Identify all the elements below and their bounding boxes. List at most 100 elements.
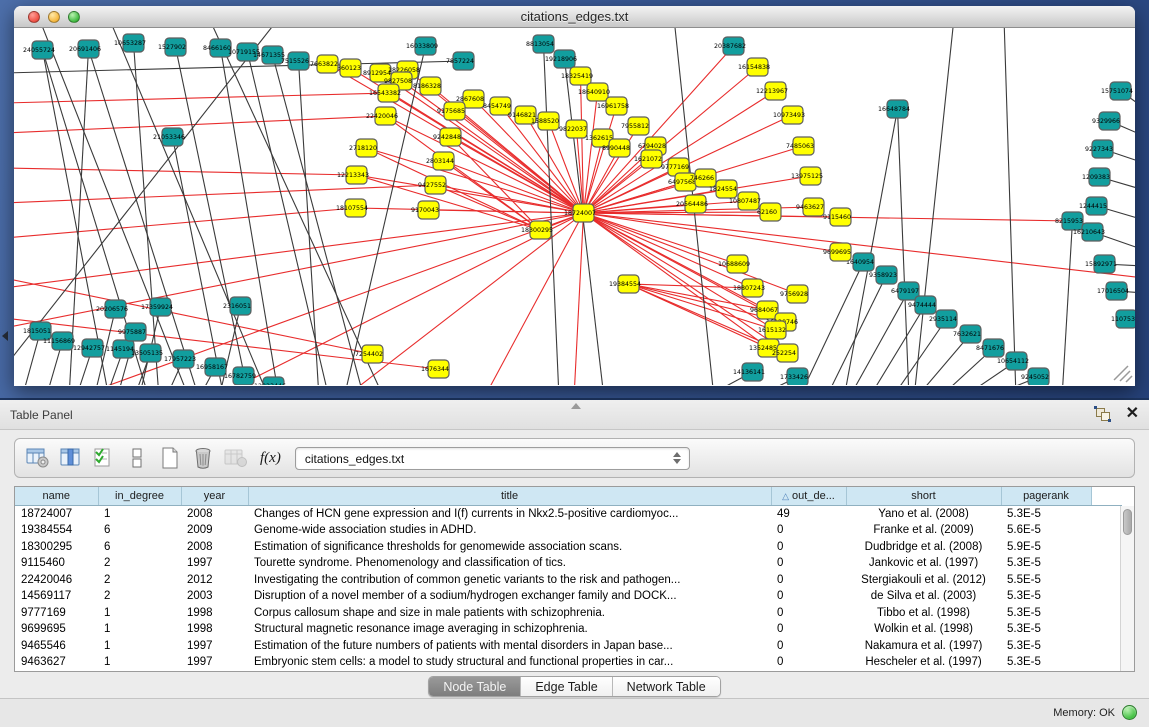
graph-node[interactable]: 14136141 [733, 363, 765, 381]
new-table-icon[interactable] [157, 445, 183, 471]
graph-node[interactable]: 9227343 [1085, 140, 1113, 158]
graph-node[interactable]: 1615132 [758, 321, 786, 339]
tab-node-table[interactable]: Node Table [429, 677, 520, 696]
graph-node[interactable]: 2718120 [349, 139, 377, 157]
graph-edge[interactable] [584, 213, 786, 322]
graph-node[interactable]: 9242848 [433, 128, 461, 146]
graph-edge[interactable] [14, 213, 584, 288]
graph-node[interactable]: 7663822 [310, 55, 338, 73]
graph-node[interactable]: 9699695 [823, 243, 851, 261]
graph-node[interactable]: 16782759 [224, 367, 256, 385]
function-builder-icon[interactable]: f(x) [260, 450, 281, 467]
graph-edge[interactable] [299, 61, 320, 385]
panel-splitter-handle[interactable] [571, 403, 581, 409]
graph-node[interactable]: 8466160 [203, 39, 231, 57]
graph-edge[interactable] [273, 55, 365, 385]
graph-node[interactable]: 20206576 [96, 300, 128, 318]
graph-node[interactable]: 7955812 [621, 117, 649, 135]
table-row[interactable]: 946362711997Embryonic stem cells: a mode… [15, 654, 1122, 671]
graph-node[interactable]: 9756928 [780, 285, 808, 303]
graph-node[interactable]: 12942757 [73, 339, 105, 357]
graph-node[interactable]: 6479197 [891, 282, 919, 300]
graph-node[interactable]: 1733426 [780, 368, 808, 385]
float-panel-icon[interactable] [1096, 406, 1112, 422]
graph-node[interactable]: 110753 [1111, 310, 1135, 328]
graph-node[interactable]: 15751074 [1101, 82, 1133, 100]
table-row[interactable]: 2242004622012Investigating the contribut… [15, 572, 1122, 589]
graph-node[interactable]: 12923446 [254, 377, 286, 385]
column-header-name[interactable]: name [15, 487, 98, 505]
delete-table-icon[interactable] [190, 445, 216, 471]
network-canvas[interactable]: 2405572420691406106532871527902846616010… [14, 28, 1135, 385]
graph-node[interactable]: 9975887 [118, 323, 146, 341]
table-header-row[interactable]: namein_degreeyeartitle△out_de...shortpag… [15, 487, 1122, 505]
resize-grip[interactable] [1114, 366, 1132, 382]
graph-edge[interactable] [214, 213, 584, 385]
graph-node[interactable]: 16033809 [406, 37, 438, 55]
graph-node[interactable]: 9170043 [411, 201, 439, 219]
tab-network-table[interactable]: Network Table [612, 677, 720, 696]
column-header-title[interactable]: title [248, 487, 771, 505]
table-row[interactable]: 969969511998Structural magnetic resonanc… [15, 621, 1122, 638]
graph-node[interactable]: 24055724 [23, 41, 55, 59]
graph-node[interactable]: 9175685 [437, 102, 465, 120]
graph-node[interactable]: 8454749 [483, 97, 511, 115]
graph-node[interactable]: 9822037 [559, 120, 587, 138]
graph-edge[interactable] [544, 44, 560, 385]
close-panel-icon[interactable]: ✕ [1126, 406, 1139, 422]
graph-edge[interactable] [898, 109, 910, 385]
graph-node[interactable]: 12213967 [756, 82, 788, 100]
column-header-pagerank[interactable]: pagerank [1001, 487, 1091, 505]
column-header-out_de[interactable]: △out_de... [771, 487, 846, 505]
table-row[interactable]: 977716911998Corpus callosum shape and si… [15, 605, 1122, 622]
graph-node[interactable]: 1244415 [1079, 197, 1107, 215]
table-row[interactable]: 946554611997Estimation of the future num… [15, 638, 1122, 655]
graph-node[interactable]: 18640910 [578, 83, 610, 101]
graph-edge[interactable] [1004, 28, 1016, 385]
graph-node[interactable]: 1676344 [421, 360, 449, 378]
graph-node[interactable]: 17359924 [141, 298, 173, 316]
tab-edge-table[interactable]: Edge Table [520, 677, 611, 696]
graph-edge[interactable] [1062, 221, 1073, 385]
graph-node[interactable]: 18107554 [336, 199, 368, 217]
column-header-short[interactable]: short [846, 487, 1001, 505]
graph-node[interactable]: 9115460 [823, 208, 851, 226]
graph-node[interactable]: 17016504 [1097, 282, 1129, 300]
column-header-in_degree[interactable]: in_degree [98, 487, 181, 505]
graph-node[interactable]: 62160 [757, 203, 781, 221]
graph-edge[interactable] [584, 213, 738, 264]
graph-edge[interactable] [14, 208, 356, 238]
graph-node[interactable]: 9463627 [796, 198, 824, 216]
graph-node[interactable]: 8215953 [1055, 212, 1083, 230]
table-scrollbar[interactable] [1120, 506, 1134, 671]
graph-node[interactable]: 7632621 [953, 325, 981, 343]
graph-node[interactable]: 10688609 [718, 255, 750, 273]
graph-node[interactable]: 9427552 [418, 176, 446, 194]
table-row[interactable]: 911546021997Tourette syndrome. Phenomeno… [15, 555, 1122, 572]
graph-node[interactable]: 7515526 [281, 52, 309, 70]
graph-node[interactable]: 8813054 [526, 35, 554, 53]
graph-edge[interactable] [584, 213, 841, 252]
graph-node[interactable]: 15892971 [1085, 255, 1117, 273]
graph-edge[interactable] [574, 213, 584, 385]
graph-node[interactable]: 13505135 [131, 344, 163, 362]
table-settings-icon[interactable] [25, 445, 51, 471]
graph-node[interactable]: 1527902 [158, 38, 186, 56]
graph-node[interactable]: 16543382 [369, 84, 401, 102]
graph-edge[interactable] [248, 52, 330, 385]
graph-node[interactable]: 20387682 [714, 37, 746, 55]
graph-edge[interactable] [849, 291, 909, 385]
select-rows-icon[interactable] [91, 445, 117, 471]
graph-edge[interactable] [14, 185, 436, 203]
graph-edge[interactable] [914, 28, 954, 385]
table-row[interactable]: 1456911722003Disruption of a novel membe… [15, 588, 1122, 605]
table-row[interactable]: 1830029562008Estimation of significance … [15, 539, 1122, 556]
graph-edge[interactable] [844, 109, 898, 385]
row-height-icon[interactable] [124, 445, 150, 471]
graph-node[interactable]: 9684067 [750, 301, 778, 319]
window-titlebar[interactable]: citations_edges.txt [14, 6, 1135, 28]
graph-node[interactable]: 10653287 [114, 34, 146, 52]
graph-node[interactable]: 16154838 [738, 58, 770, 76]
table-selector-dropdown[interactable]: citations_edges.txt [295, 447, 690, 470]
graph-node[interactable]: 7857224 [446, 52, 474, 70]
